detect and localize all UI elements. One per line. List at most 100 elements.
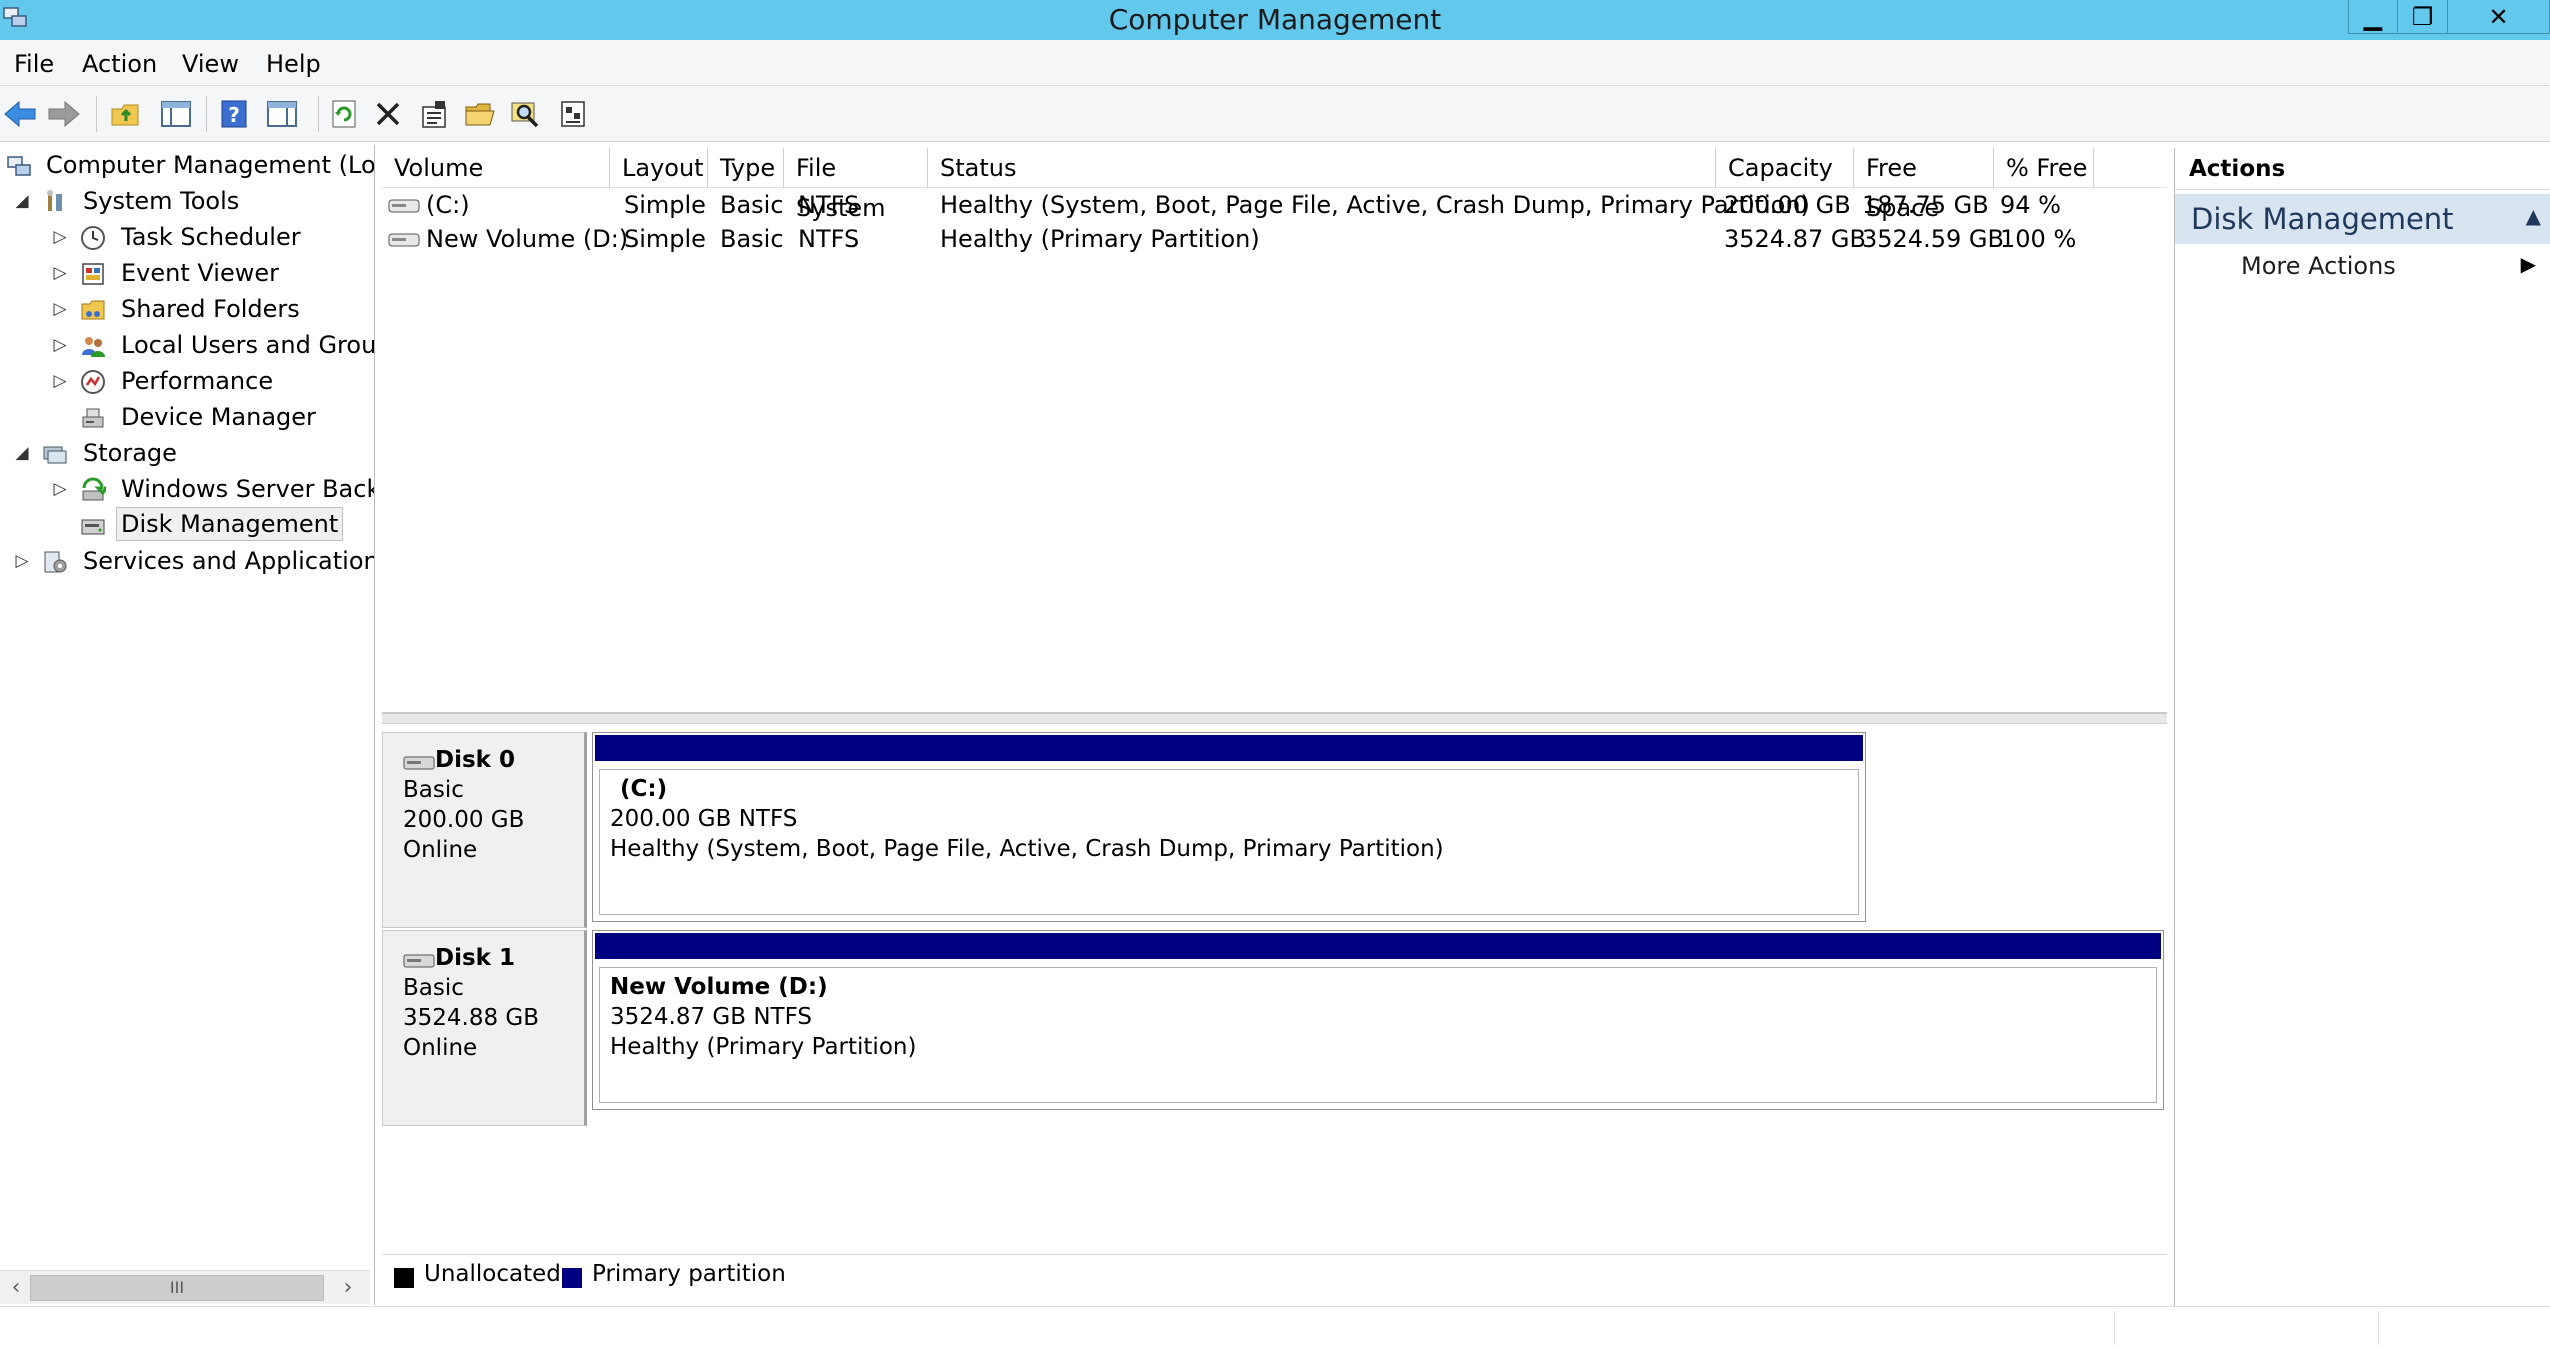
actions-section-disk-management[interactable]: Disk Management ▲ [2175, 194, 2550, 244]
horizontal-scrollbar[interactable]: ‹ III › [0, 1270, 370, 1304]
disk-name: Disk 0 [435, 747, 515, 773]
tree-item-event-viewer[interactable]: ▷ Event Viewer [0, 255, 374, 291]
cell-free-space: 3524.59 GB [1862, 225, 2004, 253]
cell-capacity: 3524.87 GB [1724, 225, 1866, 253]
collapse-icon[interactable]: ◢ [12, 183, 32, 219]
tree-item-label: Services and Applications [83, 547, 375, 575]
partition-name: (C:) [620, 776, 668, 802]
expand-icon[interactable]: ▷ [50, 327, 70, 363]
tree-item-performance[interactable]: ▷ Performance [0, 363, 374, 399]
open-folder-icon[interactable] [462, 96, 498, 132]
shared-folder-icon [81, 300, 105, 320]
tree-item-label: Storage [83, 439, 177, 467]
tree-item-windows-server-backup[interactable]: ▷ Windows Server Backup [0, 471, 374, 507]
partition-bar [595, 933, 2161, 959]
pane-splitter[interactable] [382, 712, 2167, 724]
menu-help[interactable]: Help [266, 50, 321, 78]
expand-icon[interactable]: ▷ [50, 471, 70, 507]
tree-item-system-tools[interactable]: ◢ System Tools [0, 183, 374, 219]
volume-list-header: Volume Layout Type File System Status Ca… [382, 148, 2167, 222]
close-button[interactable]: ✕ [2448, 0, 2550, 34]
cell-type: Basic [720, 191, 784, 219]
tree-item-label: Computer Management (Local [46, 151, 375, 179]
disk-state: Online [403, 837, 478, 863]
cell-percent-free: 94 % [2000, 191, 2061, 219]
collapse-up-icon[interactable]: ▲ [2526, 204, 2541, 228]
search-icon[interactable] [508, 96, 544, 132]
column-type[interactable]: Type [708, 148, 784, 188]
scroll-left-icon[interactable]: ‹ [2, 1275, 30, 1300]
table-row[interactable]: New Volume (D:) Simple Basic NTFS Health… [382, 222, 2167, 256]
column-status[interactable]: Status [928, 148, 1716, 188]
cell-status: Healthy (System, Boot, Page File, Active… [940, 191, 1810, 219]
toolbar: ? [0, 86, 2550, 142]
refresh-icon[interactable] [326, 96, 362, 132]
forward-arrow-icon[interactable] [46, 96, 82, 132]
show-hide-tree-icon[interactable] [158, 96, 194, 132]
minimize-button[interactable]: ▁ [2348, 0, 2398, 34]
cell-capacity: 200.00 GB [1724, 191, 1851, 219]
expand-icon[interactable]: ▷ [50, 363, 70, 399]
more-actions-item[interactable]: More Actions [2241, 252, 2396, 280]
collapse-icon[interactable]: ◢ [12, 435, 32, 471]
computer-management-icon [7, 156, 31, 176]
legend: Unallocated Primary partition [382, 1254, 2167, 1296]
tree-item-device-manager[interactable]: Device Manager [0, 399, 374, 435]
column-layout[interactable]: Layout [610, 148, 708, 188]
settings-icon[interactable] [556, 96, 592, 132]
menu-file[interactable]: File [14, 50, 54, 78]
tree-item-computer-management[interactable]: Computer Management (Local [0, 147, 375, 183]
column-percent-free[interactable]: % Free [1994, 148, 2094, 188]
svg-text:?: ? [228, 103, 240, 127]
restore-button[interactable]: ❐ [2398, 0, 2448, 34]
actions-section-title: Disk Management [2191, 202, 2454, 236]
menu-action[interactable]: Action [82, 50, 157, 78]
column-free-space[interactable]: Free Space [1854, 148, 1994, 222]
scroll-thumb[interactable]: III [30, 1275, 324, 1301]
help-icon[interactable]: ? [216, 96, 252, 132]
column-volume[interactable]: Volume [382, 148, 610, 188]
tree-item-disk-management[interactable]: Disk Management [0, 507, 374, 543]
tree-item-services-and-applications[interactable]: ▷ Services and Applications [0, 543, 375, 579]
disk-type: Basic [403, 777, 464, 803]
title-bar: Computer Management ▁ ❐ ✕ [0, 0, 2550, 40]
status-bar [0, 1306, 2550, 1348]
expand-icon[interactable]: ▷ [50, 291, 70, 327]
partition-name: New Volume (D:) [610, 974, 828, 1000]
actions-pane: Actions Disk Management ▲ More Actions ▶ [2174, 148, 2550, 1308]
scroll-right-icon[interactable]: › [334, 1275, 362, 1300]
table-row[interactable]: (C:) Simple Basic NTFS Healthy (System, … [382, 188, 2167, 222]
window-title: Computer Management [1108, 3, 1442, 36]
tree-item-label: System Tools [83, 187, 240, 215]
delete-icon[interactable] [370, 96, 406, 132]
disk-1-label[interactable]: Disk 1 Basic 3524.88 GB Online [382, 930, 587, 1126]
expand-icon[interactable]: ▷ [50, 255, 70, 291]
up-folder-icon[interactable] [108, 96, 144, 132]
tree-item-shared-folders[interactable]: ▷ Shared Folders [0, 291, 374, 327]
disk-0-label[interactable]: Disk 0 Basic 200.00 GB Online [382, 732, 587, 928]
submenu-arrow-icon[interactable]: ▶ [2521, 252, 2536, 276]
expand-icon[interactable]: ▷ [12, 543, 32, 579]
tree-item-local-users-and-groups[interactable]: ▷ Local Users and Groups [0, 327, 374, 363]
menu-bar: File Action View Help [0, 40, 2550, 86]
tree-item-storage[interactable]: ◢ Storage [0, 435, 374, 471]
properties-icon[interactable] [416, 96, 452, 132]
show-hide-action-pane-icon[interactable] [264, 96, 300, 132]
tree-item-task-scheduler[interactable]: ▷ Task Scheduler [0, 219, 374, 255]
partition-d[interactable]: New Volume (D:) 3524.87 GB NTFS Healthy … [592, 930, 2164, 1110]
tree-item-label: Shared Folders [121, 295, 300, 323]
drive-icon [388, 233, 420, 247]
partition-status: Healthy (System, Boot, Page File, Active… [610, 836, 1444, 862]
unallocated-swatch [394, 1268, 414, 1288]
cell-type: Basic [720, 225, 784, 253]
column-capacity[interactable]: Capacity [1716, 148, 1854, 188]
expand-icon[interactable]: ▷ [50, 219, 70, 255]
back-arrow-icon[interactable] [2, 96, 38, 132]
actions-title: Actions [2175, 148, 2550, 190]
column-file-system[interactable]: File System [784, 148, 928, 222]
menu-view[interactable]: View [182, 50, 239, 78]
tree-item-label: Windows Server Backup [121, 475, 374, 503]
partition-c[interactable]: (C:) 200.00 GB NTFS Healthy (System, Boo… [592, 732, 1866, 922]
storage-icon [43, 446, 67, 464]
tree-item-label: Disk Management [116, 507, 344, 541]
